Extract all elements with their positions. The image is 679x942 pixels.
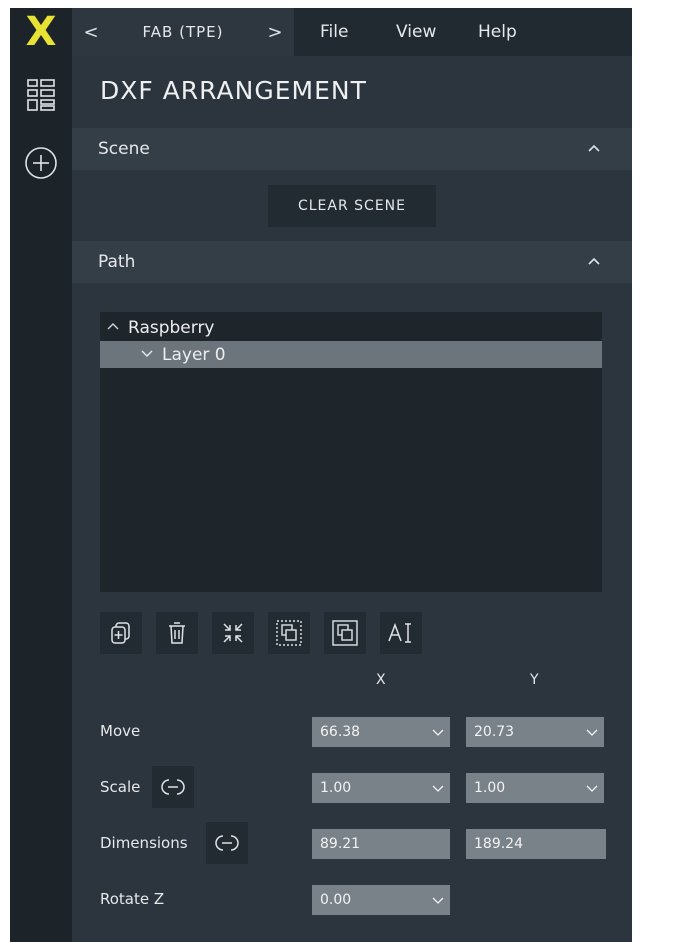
x-axis-label: X (376, 672, 386, 688)
text-icon (388, 622, 411, 643)
project-name[interactable]: FAB (TPE) (110, 23, 256, 41)
move-y-value: 20.73 (474, 724, 515, 740)
scene-section-header[interactable]: Scene (72, 128, 632, 170)
add-icon[interactable] (10, 138, 72, 188)
chevron-down-icon[interactable] (580, 727, 604, 737)
scale-label: Scale (100, 778, 141, 796)
group-button[interactable] (268, 612, 310, 654)
scene-label: Scene (98, 139, 150, 159)
dimensions-x-value: 89.21 (320, 836, 361, 852)
menu-view[interactable]: View (396, 8, 436, 56)
next-project-button[interactable]: > (256, 8, 294, 56)
chevron-up-icon[interactable] (586, 140, 602, 160)
scale-link-button[interactable] (152, 766, 194, 808)
scale-y-value: 1.00 (474, 780, 506, 796)
collapse-button[interactable] (212, 612, 254, 654)
scale-x-field[interactable]: 1.00 (312, 773, 450, 803)
prev-project-button[interactable]: < (72, 8, 110, 56)
add-path-button[interactable] (100, 612, 142, 654)
collapse-icon (223, 623, 243, 643)
link-icon (215, 835, 239, 851)
ungroup-button[interactable] (324, 612, 366, 654)
dimensions-label: Dimensions (100, 834, 188, 852)
project-switcher: < FAB (TPE) > (72, 8, 294, 56)
tree-item-layer-0[interactable]: Layer 0 (100, 341, 602, 368)
path-label: Path (98, 252, 136, 272)
menu-help[interactable]: Help (478, 8, 517, 56)
rotate-z-value: 0.00 (320, 892, 352, 908)
ungroup-icon (332, 620, 358, 646)
app-window: X < FAB (TPE) > File View Help DXF ARRAN… (10, 8, 632, 942)
text-button[interactable] (380, 612, 422, 654)
chevron-down-icon[interactable] (580, 783, 604, 793)
trash-icon (169, 622, 185, 644)
dimensions-y-value: 189.24 (474, 836, 523, 852)
move-y-field[interactable]: 20.73 (466, 717, 604, 747)
tree-item-raspberry[interactable]: Raspberry (100, 314, 602, 341)
path-tree: Raspberry Layer 0 (100, 312, 602, 592)
clear-scene-button[interactable]: CLEAR SCENE (268, 185, 436, 227)
tree-item-label: Layer 0 (162, 344, 226, 365)
scale-x-value: 1.00 (320, 780, 352, 796)
chevron-down-icon[interactable] (426, 727, 450, 737)
group-icon (276, 620, 302, 646)
y-axis-label: Y (530, 672, 539, 688)
path-section-header[interactable]: Path (72, 241, 632, 283)
add-icon (111, 622, 130, 644)
chevron-up-icon[interactable] (106, 318, 120, 338)
move-label: Move (100, 722, 141, 740)
move-x-value: 66.38 (320, 724, 361, 740)
rotate-z-field[interactable]: 0.00 (312, 885, 450, 915)
chevron-down-icon[interactable] (426, 895, 450, 905)
dimensions-y-field[interactable]: 189.24 (466, 829, 606, 859)
chevron-down-icon[interactable] (140, 345, 154, 365)
chevron-up-icon[interactable] (586, 253, 602, 273)
menu-file[interactable]: File (320, 8, 348, 56)
top-bar: < FAB (TPE) > File View Help (72, 8, 632, 56)
tree-item-label: Raspberry (128, 317, 215, 338)
dimensions-link-button[interactable] (206, 822, 248, 864)
rotate-z-label: Rotate Z (100, 890, 165, 908)
layout-icon[interactable] (10, 70, 72, 120)
left-rail: X (10, 8, 72, 942)
scale-y-field[interactable]: 1.00 (466, 773, 604, 803)
panel-title: DXF ARRANGEMENT (100, 76, 367, 105)
delete-button[interactable] (156, 612, 198, 654)
link-icon (161, 779, 185, 795)
move-x-field[interactable]: 66.38 (312, 717, 450, 747)
app-logo: X (25, 9, 57, 55)
dimensions-x-field[interactable]: 89.21 (312, 829, 450, 859)
chevron-down-icon[interactable] (426, 783, 450, 793)
